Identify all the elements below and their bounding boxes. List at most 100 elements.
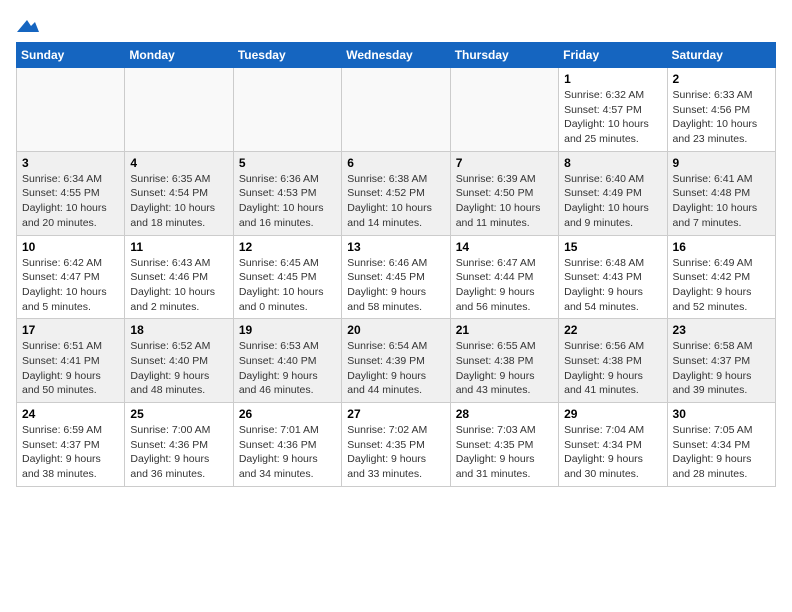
weekday-header-saturday: Saturday [667, 43, 775, 68]
day-info: Sunrise: 6:52 AM Sunset: 4:40 PM Dayligh… [130, 339, 227, 398]
calendar-cell: 30 Sunrise: 7:05 AM Sunset: 4:34 PM Dayli… [667, 403, 775, 487]
day-info: Sunrise: 7:04 AM Sunset: 4:34 PM Dayligh… [564, 423, 661, 482]
day-info: Sunrise: 6:54 AM Sunset: 4:39 PM Dayligh… [347, 339, 444, 398]
weekday-header-friday: Friday [559, 43, 667, 68]
day-info: Sunrise: 6:51 AM Sunset: 4:41 PM Dayligh… [22, 339, 119, 398]
calendar-cell: 4 Sunrise: 6:35 AM Sunset: 4:54 PM Daylig… [125, 151, 233, 235]
calendar-cell: 8 Sunrise: 6:40 AM Sunset: 4:49 PM Daylig… [559, 151, 667, 235]
calendar-week-3: 10 Sunrise: 6:42 AM Sunset: 4:47 PM Dayli… [17, 235, 776, 319]
day-info: Sunrise: 6:40 AM Sunset: 4:49 PM Dayligh… [564, 172, 661, 231]
day-info: Sunrise: 6:56 AM Sunset: 4:38 PM Dayligh… [564, 339, 661, 398]
calendar-cell [233, 68, 341, 152]
calendar-cell: 1Sunrise: 6:32 AM Sunset: 4:57 PM Daylig… [559, 68, 667, 152]
day-number: 26 [239, 407, 336, 421]
day-info: Sunrise: 6:34 AM Sunset: 4:55 PM Dayligh… [22, 172, 119, 231]
logo [16, 16, 39, 30]
day-info: Sunrise: 6:43 AM Sunset: 4:46 PM Dayligh… [130, 256, 227, 315]
calendar-week-1: 1Sunrise: 6:32 AM Sunset: 4:57 PM Daylig… [17, 68, 776, 152]
day-number: 18 [130, 323, 227, 337]
calendar-cell: 22 Sunrise: 6:56 AM Sunset: 4:38 PM Dayli… [559, 319, 667, 403]
day-info: Sunrise: 6:49 AM Sunset: 4:42 PM Dayligh… [673, 256, 770, 315]
calendar-cell: 18 Sunrise: 6:52 AM Sunset: 4:40 PM Dayli… [125, 319, 233, 403]
weekday-header-tuesday: Tuesday [233, 43, 341, 68]
day-info: Sunrise: 6:45 AM Sunset: 4:45 PM Dayligh… [239, 256, 336, 315]
day-info: Sunrise: 6:59 AM Sunset: 4:37 PM Dayligh… [22, 423, 119, 482]
day-number: 9 [673, 156, 770, 170]
calendar-cell: 25 Sunrise: 7:00 AM Sunset: 4:36 PM Dayli… [125, 403, 233, 487]
day-number: 15 [564, 240, 661, 254]
calendar-cell: 21Sunrise: 6:55 AM Sunset: 4:38 PM Dayli… [450, 319, 558, 403]
day-number: 3 [22, 156, 119, 170]
calendar-cell: 24 Sunrise: 6:59 AM Sunset: 4:37 PM Dayli… [17, 403, 125, 487]
day-number: 24 [22, 407, 119, 421]
day-info: Sunrise: 7:05 AM Sunset: 4:34 PM Dayligh… [673, 423, 770, 482]
weekday-header-wednesday: Wednesday [342, 43, 450, 68]
day-info: Sunrise: 6:33 AM Sunset: 4:56 PM Dayligh… [673, 88, 770, 147]
day-number: 13 [347, 240, 444, 254]
calendar: SundayMondayTuesdayWednesdayThursdayFrid… [16, 42, 776, 487]
calendar-cell: 12Sunrise: 6:45 AM Sunset: 4:45 PM Dayli… [233, 235, 341, 319]
day-number: 17 [22, 323, 119, 337]
calendar-cell: 26 Sunrise: 7:01 AM Sunset: 4:36 PM Dayli… [233, 403, 341, 487]
weekday-header-monday: Monday [125, 43, 233, 68]
day-number: 28 [456, 407, 553, 421]
day-number: 19 [239, 323, 336, 337]
day-number: 2 [673, 72, 770, 86]
calendar-cell [17, 68, 125, 152]
weekday-header-thursday: Thursday [450, 43, 558, 68]
day-number: 16 [673, 240, 770, 254]
day-info: Sunrise: 6:41 AM Sunset: 4:48 PM Dayligh… [673, 172, 770, 231]
calendar-cell: 15 Sunrise: 6:48 AM Sunset: 4:43 PM Dayli… [559, 235, 667, 319]
calendar-week-5: 24 Sunrise: 6:59 AM Sunset: 4:37 PM Dayli… [17, 403, 776, 487]
day-info: Sunrise: 6:58 AM Sunset: 4:37 PM Dayligh… [673, 339, 770, 398]
calendar-week-4: 17 Sunrise: 6:51 AM Sunset: 4:41 PM Dayli… [17, 319, 776, 403]
calendar-cell: 11 Sunrise: 6:43 AM Sunset: 4:46 PM Dayli… [125, 235, 233, 319]
day-info: Sunrise: 6:38 AM Sunset: 4:52 PM Dayligh… [347, 172, 444, 231]
day-number: 14 [456, 240, 553, 254]
day-info: Sunrise: 6:46 AM Sunset: 4:45 PM Dayligh… [347, 256, 444, 315]
day-number: 21 [456, 323, 553, 337]
calendar-cell: 13 Sunrise: 6:46 AM Sunset: 4:45 PM Dayli… [342, 235, 450, 319]
calendar-cell: 28 Sunrise: 7:03 AM Sunset: 4:35 PM Dayli… [450, 403, 558, 487]
calendar-cell: 9 Sunrise: 6:41 AM Sunset: 4:48 PM Daylig… [667, 151, 775, 235]
day-number: 5 [239, 156, 336, 170]
day-info: Sunrise: 6:42 AM Sunset: 4:47 PM Dayligh… [22, 256, 119, 315]
day-info: Sunrise: 7:02 AM Sunset: 4:35 PM Dayligh… [347, 423, 444, 482]
day-info: Sunrise: 6:47 AM Sunset: 4:44 PM Dayligh… [456, 256, 553, 315]
calendar-cell [125, 68, 233, 152]
calendar-cell: 2 Sunrise: 6:33 AM Sunset: 4:56 PM Daylig… [667, 68, 775, 152]
calendar-cell: 17 Sunrise: 6:51 AM Sunset: 4:41 PM Dayli… [17, 319, 125, 403]
calendar-cell: 16 Sunrise: 6:49 AM Sunset: 4:42 PM Dayli… [667, 235, 775, 319]
day-number: 8 [564, 156, 661, 170]
day-number: 25 [130, 407, 227, 421]
day-number: 22 [564, 323, 661, 337]
day-info: Sunrise: 7:01 AM Sunset: 4:36 PM Dayligh… [239, 423, 336, 482]
weekday-header-sunday: Sunday [17, 43, 125, 68]
calendar-cell [342, 68, 450, 152]
day-number: 10 [22, 240, 119, 254]
logo-bird-icon [17, 18, 39, 34]
day-number: 11 [130, 240, 227, 254]
calendar-cell: 14 Sunrise: 6:47 AM Sunset: 4:44 PM Dayli… [450, 235, 558, 319]
day-info: Sunrise: 6:53 AM Sunset: 4:40 PM Dayligh… [239, 339, 336, 398]
day-number: 4 [130, 156, 227, 170]
day-info: Sunrise: 6:36 AM Sunset: 4:53 PM Dayligh… [239, 172, 336, 231]
calendar-cell: 20 Sunrise: 6:54 AM Sunset: 4:39 PM Dayli… [342, 319, 450, 403]
calendar-cell: 23 Sunrise: 6:58 AM Sunset: 4:37 PM Dayli… [667, 319, 775, 403]
day-number: 7 [456, 156, 553, 170]
day-number: 23 [673, 323, 770, 337]
calendar-cell: 10 Sunrise: 6:42 AM Sunset: 4:47 PM Dayli… [17, 235, 125, 319]
day-info: Sunrise: 7:00 AM Sunset: 4:36 PM Dayligh… [130, 423, 227, 482]
day-info: Sunrise: 6:48 AM Sunset: 4:43 PM Dayligh… [564, 256, 661, 315]
day-number: 30 [673, 407, 770, 421]
header [16, 16, 776, 30]
calendar-cell: 3 Sunrise: 6:34 AM Sunset: 4:55 PM Daylig… [17, 151, 125, 235]
day-info: Sunrise: 6:32 AM Sunset: 4:57 PM Dayligh… [564, 88, 661, 147]
day-info: Sunrise: 7:03 AM Sunset: 4:35 PM Dayligh… [456, 423, 553, 482]
day-info: Sunrise: 6:35 AM Sunset: 4:54 PM Dayligh… [130, 172, 227, 231]
calendar-cell: 6Sunrise: 6:38 AM Sunset: 4:52 PM Daylig… [342, 151, 450, 235]
calendar-cell: 19 Sunrise: 6:53 AM Sunset: 4:40 PM Dayli… [233, 319, 341, 403]
day-number: 20 [347, 323, 444, 337]
day-number: 29 [564, 407, 661, 421]
calendar-cell: 7Sunrise: 6:39 AM Sunset: 4:50 PM Daylig… [450, 151, 558, 235]
